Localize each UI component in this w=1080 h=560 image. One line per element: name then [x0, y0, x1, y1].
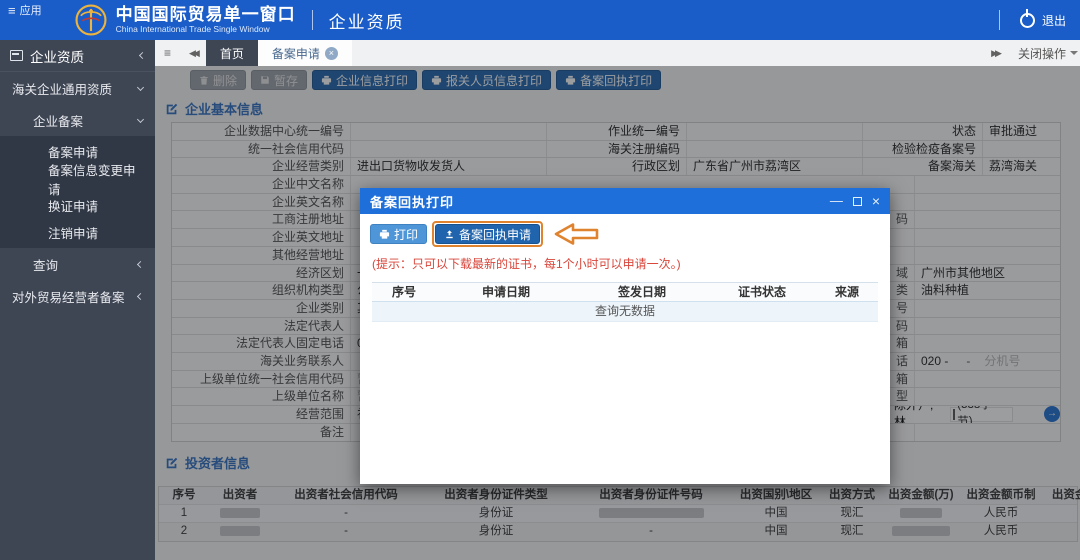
chevron-down-icon — [137, 83, 144, 90]
app-menu-label: 应用 — [20, 2, 42, 18]
no-data-row: 查询无数据 — [372, 302, 878, 322]
chevron-left-icon — [137, 260, 144, 267]
hamburger-icon: ≡ — [8, 3, 16, 18]
sidebar-item-label: 备案信息变更申请 — [48, 160, 143, 198]
tab-bar: ≡ ◀◀ 首页 备案申请 × ▶▶ 关闭操作 — [155, 40, 1080, 66]
header-divider — [312, 10, 313, 30]
printer-icon — [379, 229, 390, 240]
modal-print-button[interactable]: 打印 — [370, 224, 427, 244]
module-title: 企业资质 — [329, 8, 405, 33]
app-title-en: China International Trade Single Window — [116, 25, 296, 34]
button-label: 备案回执申请 — [459, 226, 531, 243]
column-header: 证书状态 — [708, 283, 816, 302]
sidebar-item-query[interactable]: 查询 — [0, 248, 155, 280]
modal-toolbar: 打印 备案回执申请 — [360, 214, 890, 249]
customs-logo-icon — [74, 3, 108, 37]
sidebar-item-label: 对外贸易经营者备案 — [12, 287, 138, 306]
app-title-cn: 中国国际贸易单一窗口 — [116, 6, 296, 25]
module-icon — [10, 50, 23, 61]
receipt-apply-button[interactable]: 备案回执申请 — [435, 224, 540, 244]
column-header: 来源 — [816, 283, 878, 302]
single-window-app: ≡ 应用 中国国际贸易单一窗口 China International Trad… — [0, 0, 1080, 560]
sidebar-item-label: 企业备案 — [33, 111, 138, 130]
tabs-scroll-left-icon[interactable]: ◀◀ — [180, 40, 206, 66]
tab-label: 备案申请 — [272, 45, 320, 62]
tabs-scroll-right-icon[interactable]: ▶▶ — [982, 40, 1008, 66]
filing-receipt-modal: 备案回执打印 — × 打印 备案回执申请 — [360, 188, 890, 484]
receipt-table: 序号 申请日期 签发日期 证书状态 来源 查询无数据 — [372, 282, 878, 322]
sidebar-item-label: 查询 — [33, 255, 138, 274]
sidebar-item-label: 换证申请 — [48, 196, 98, 215]
sidebar-item-customs-general[interactable]: 海关企业通用资质 — [0, 72, 155, 104]
tab-filing-apply[interactable]: 备案申请 × — [258, 40, 352, 66]
close-operations-label: 关闭操作 — [1018, 45, 1066, 62]
modal-header: 备案回执打印 — × — [360, 188, 890, 214]
logout-button[interactable]: 退出 — [1042, 12, 1066, 29]
sidebar-submenu: 备案申请 备案信息变更申请 换证申请 注销申请 — [0, 136, 155, 248]
sidebar-item-enterprise-filing[interactable]: 企业备案 — [0, 104, 155, 136]
tab-menu-icon[interactable]: ≡ — [155, 40, 180, 66]
sidebar-item-deregistration[interactable]: 注销申请 — [0, 219, 155, 246]
top-header: ≡ 应用 中国国际贸易单一窗口 China International Trad… — [0, 0, 1080, 40]
tab-home[interactable]: 首页 — [206, 40, 258, 66]
upload-icon — [444, 229, 455, 240]
column-header: 序号 — [372, 283, 436, 302]
sidebar-root-label: 企业资质 — [30, 46, 84, 66]
minimize-icon[interactable]: — — [830, 196, 843, 206]
sidebar-item-filing-change[interactable]: 备案信息变更申请 — [0, 165, 155, 192]
app-title: 中国国际贸易单一窗口 China International Trade Sin… — [116, 6, 296, 34]
receipt-header-row: 序号 申请日期 签发日期 证书状态 来源 — [372, 282, 878, 302]
sidebar-item-foreign-trade-filing[interactable]: 对外贸易经营者备案 — [0, 280, 155, 312]
button-label: 打印 — [394, 226, 418, 243]
column-header: 签发日期 — [576, 283, 708, 302]
close-operations-dropdown[interactable]: 关闭操作 — [1008, 40, 1080, 66]
sidebar-item-label: 海关企业通用资质 — [12, 79, 138, 98]
chevron-down-icon — [137, 115, 144, 122]
caret-down-icon — [1070, 51, 1078, 55]
annotation-highlight-box: 备案回执申请 — [432, 221, 543, 247]
power-icon — [1020, 13, 1035, 28]
chevron-left-icon — [137, 292, 144, 299]
sidebar-item-label: 注销申请 — [48, 223, 98, 242]
close-icon[interactable]: × — [872, 195, 880, 207]
tab-label: 首页 — [220, 45, 244, 62]
maximize-icon[interactable] — [853, 197, 862, 206]
annotation-arrow-left-icon — [553, 222, 599, 246]
sidebar-item-label: 备案申请 — [48, 142, 98, 161]
header-right: 退出 — [983, 10, 1080, 30]
modal-hint-text: (提示：只可以下载最新的证书，每1个小时可以申请一次。) — [360, 249, 890, 276]
header-divider-right — [999, 10, 1000, 30]
column-header: 申请日期 — [436, 283, 576, 302]
sidebar-root-qualification[interactable]: 企业资质 — [0, 40, 155, 72]
tab-close-icon[interactable]: × — [325, 47, 338, 60]
chevron-left-icon — [139, 52, 146, 59]
sidebar: 企业资质 海关企业通用资质 企业备案 备案申请 备案信息变更申请 — [0, 40, 155, 560]
main-area: ≡ ◀◀ 首页 备案申请 × ▶▶ 关闭操作 — [155, 40, 1080, 560]
app-menu-button[interactable]: ≡ 应用 — [0, 2, 50, 18]
modal-window-controls: — × — [830, 195, 880, 207]
modal-title: 备案回执打印 — [370, 192, 454, 211]
